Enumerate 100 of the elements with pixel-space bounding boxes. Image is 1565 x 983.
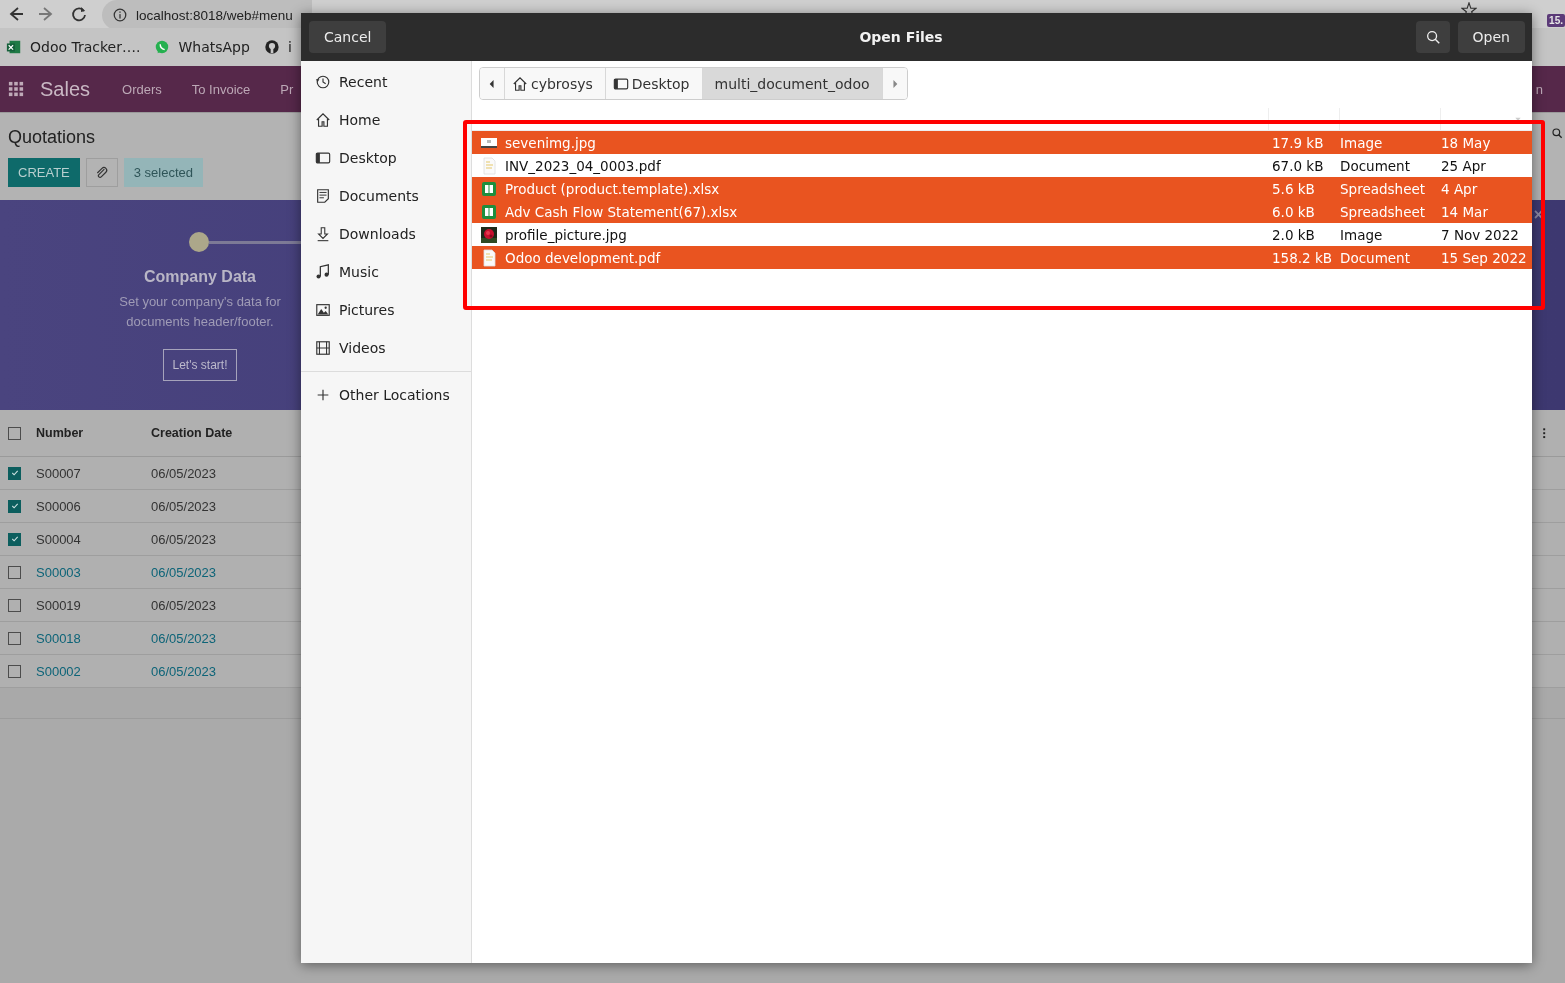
file-type: Document	[1340, 156, 1411, 176]
search-icon	[1551, 127, 1563, 139]
file-modified: 14 Mar	[1441, 202, 1489, 222]
checkbox[interactable]	[8, 499, 21, 513]
path-segment[interactable]: multi_document_odoo	[702, 68, 883, 99]
table-cell-text: S00006	[36, 498, 82, 514]
column-header[interactable]: Creation Date	[151, 426, 233, 440]
selection-count: 3 selected	[123, 158, 204, 187]
bookmark[interactable]: WhatsApp	[154, 39, 250, 55]
path-segment[interactable]: cybrosys	[505, 68, 606, 99]
tick-icon	[10, 502, 19, 510]
sidebar-item[interactable]: Home	[301, 101, 381, 139]
checkbox[interactable]	[8, 631, 21, 645]
menu-item[interactable]: Pr	[280, 81, 294, 97]
file-row[interactable]: sevenimg.jpg 17.9 kB Image 18 May	[472, 131, 1532, 154]
app-name[interactable]: Sales	[40, 77, 91, 101]
sidebar-item[interactable]: Recent	[301, 63, 388, 101]
file-size: 158.2 kB	[1271, 248, 1334, 268]
download-icon	[315, 226, 331, 242]
file-name: profile_picture.jpg	[505, 225, 628, 245]
desktop-icon	[315, 150, 331, 166]
reload-icon	[70, 5, 88, 23]
image-icon	[315, 302, 331, 318]
menu-item[interactable]: Orders	[122, 81, 162, 97]
file-row[interactable]: Adv Cash Flow Statement(67).xlsx 6.0 kB Spreadsheet 14 Mar	[472, 200, 1532, 223]
menu-item[interactable]: n	[1535, 81, 1543, 97]
document-icon	[480, 156, 498, 175]
file-size: 5.6 kB	[1271, 179, 1316, 199]
table-cell-text: S00018	[36, 630, 82, 646]
checkbox[interactable]	[8, 565, 21, 579]
sidebar-item[interactable]: Music	[301, 253, 379, 291]
search-button[interactable]	[1415, 21, 1450, 53]
file-type: Image	[1340, 225, 1384, 245]
column-header[interactable]: Number	[36, 426, 151, 440]
attach-button[interactable]	[85, 158, 118, 187]
info-icon	[112, 7, 128, 23]
film-icon	[315, 340, 331, 356]
plus-icon	[315, 387, 331, 403]
checkbox[interactable]	[8, 532, 21, 546]
table-cell-text: S00007	[36, 465, 82, 481]
file-type: Spreadsheet	[1340, 179, 1427, 199]
file-size: 17.9 kB	[1271, 133, 1325, 153]
file-modified: 15 Sep 2022	[1441, 248, 1528, 268]
file-size: 67.0 kB	[1271, 156, 1325, 176]
checkbox[interactable]	[8, 466, 21, 480]
chat-icon	[154, 39, 171, 55]
bookmark[interactable]: i	[263, 39, 292, 55]
file-modified: 18 May	[1441, 133, 1492, 153]
file-name: Product (product.template).xlsx	[505, 179, 721, 199]
table-cell: 06/05/2023	[151, 498, 217, 514]
file-name: sevenimg.jpg	[505, 133, 597, 153]
music-note-icon	[315, 264, 331, 280]
version-badge: 15.	[1547, 14, 1565, 27]
file-type: Image	[1340, 133, 1384, 153]
scroll-left-button[interactable]	[480, 68, 505, 99]
spreadsheet-icon	[6, 39, 22, 55]
paperclip-icon	[94, 165, 109, 180]
file-row[interactable]: Odoo development.pdf 158.2 kB Document 15 Sep 2022	[472, 246, 1532, 269]
file-name: INV_2023_04_0003.pdf	[505, 156, 662, 176]
desktop-icon	[612, 75, 629, 92]
table-cell: 06/05/2023	[151, 465, 217, 481]
menu-item[interactable]: To Invoice	[191, 81, 251, 97]
file-type: Spreadsheet	[1340, 202, 1427, 222]
clock-icon	[315, 74, 331, 90]
sidebar-item[interactable]: Other Locations	[301, 376, 450, 414]
sidebar-item[interactable]: Desktop	[301, 139, 397, 177]
cancel-button[interactable]: Cancel	[309, 21, 387, 53]
table-cell: 06/05/2023	[151, 531, 217, 547]
file-modified: 7 Nov 2022	[1441, 225, 1520, 245]
page-title: Quotations	[8, 127, 97, 148]
document-icon	[315, 188, 331, 204]
checkbox[interactable]	[8, 598, 21, 612]
home-icon	[315, 112, 331, 128]
table-cell: 06/05/2023	[151, 597, 217, 613]
file-type: Document	[1340, 248, 1411, 268]
search-icon	[1424, 29, 1441, 45]
document-icon	[480, 248, 498, 267]
spreadsheet-icon	[480, 202, 498, 221]
spreadsheet-icon	[480, 179, 498, 198]
start-button[interactable]: Let's start!	[162, 349, 238, 381]
checkbox[interactable]	[8, 664, 21, 678]
table-cell-text: S00019	[36, 597, 82, 613]
url-text: localhost:8018/web#menu	[136, 7, 293, 23]
sidebar-item[interactable]: Documents	[301, 177, 419, 215]
table-cell: 06/05/2023	[151, 564, 217, 580]
open-button[interactable]: Open	[1457, 21, 1525, 53]
path-segment[interactable]: Desktop	[605, 68, 703, 99]
file-name: Odoo development.pdf	[505, 248, 662, 268]
dialog-title: Open Files	[858, 29, 944, 45]
file-modified: 25 Apr	[1441, 156, 1487, 176]
address-bar[interactable]: localhost:8018/web#menu	[102, 0, 312, 30]
step-description: Set your company's data for documents header/footer.	[118, 293, 282, 331]
sidebar-item[interactable]: Pictures	[301, 291, 395, 329]
sidebar-item[interactable]: Videos	[301, 329, 386, 367]
table-cell-text: S00004	[36, 531, 82, 547]
file-row[interactable]: Product (product.template).xlsx 5.6 kB Spreadsheet 4 Apr	[472, 177, 1532, 200]
sidebar-item[interactable]: Downloads	[301, 215, 416, 253]
checkbox[interactable]	[8, 426, 21, 440]
bookmark[interactable]: Odoo Tracker….	[6, 39, 141, 55]
create-button[interactable]: CREATE	[8, 158, 80, 187]
